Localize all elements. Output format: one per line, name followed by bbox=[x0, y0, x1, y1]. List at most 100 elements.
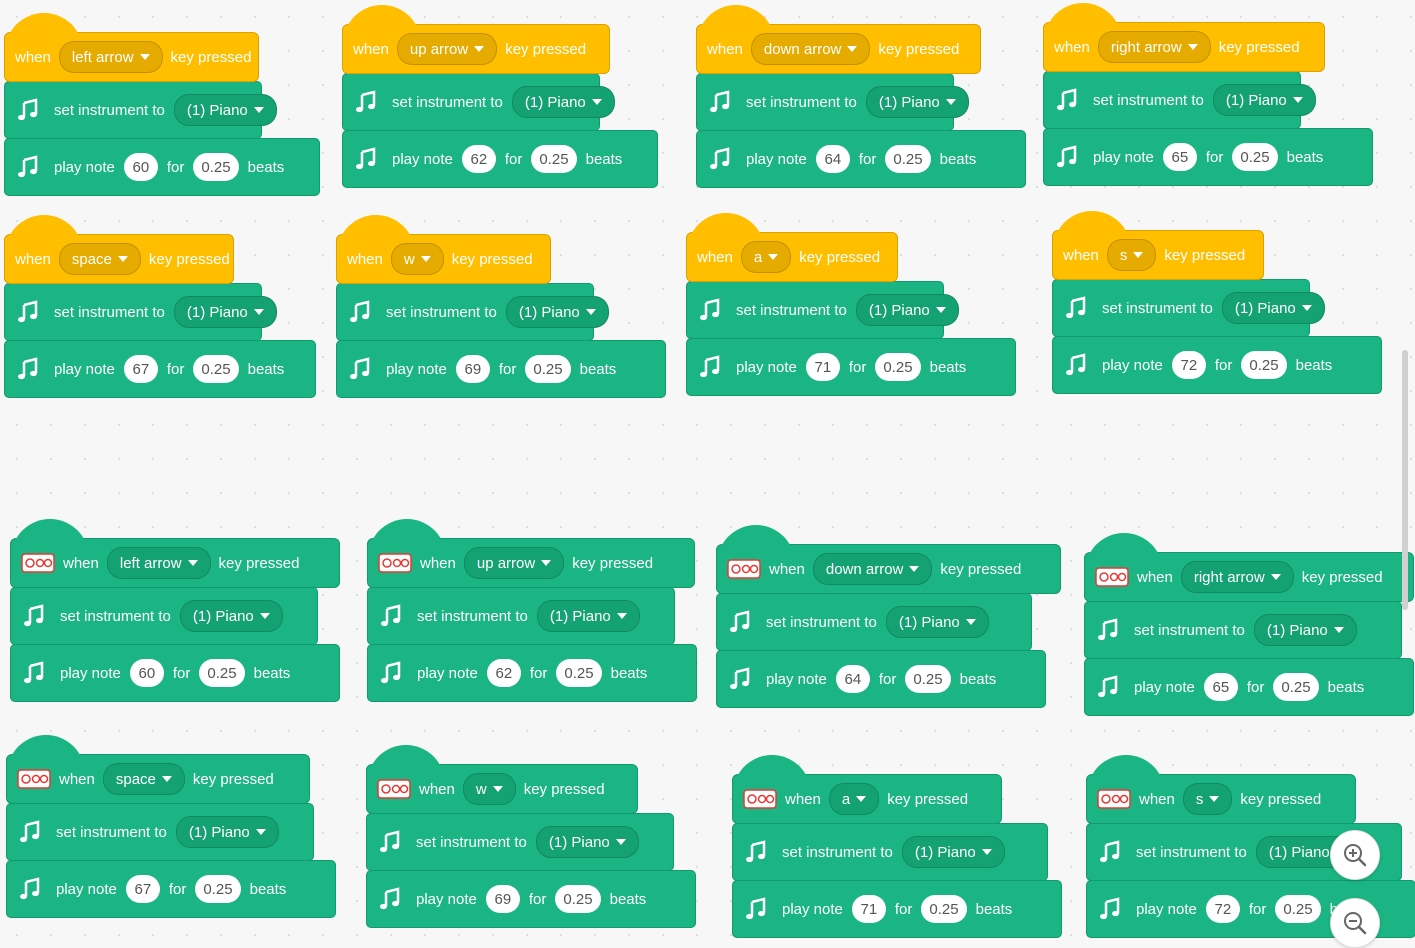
play-note-block[interactable]: play note 69 for 0.25 beats bbox=[366, 870, 696, 928]
note-input[interactable]: 65 bbox=[1203, 673, 1238, 701]
beats-input[interactable]: 0.25 bbox=[921, 895, 967, 923]
play-note-block[interactable]: play note 71 for 0.25 beats bbox=[732, 880, 1062, 938]
instrument-dropdown[interactable]: (1) Piano bbox=[865, 86, 969, 118]
beats-input[interactable]: 0.25 bbox=[556, 659, 602, 687]
note-input[interactable]: 64 bbox=[815, 145, 850, 173]
when-key-pressed-block[interactable]: when space key pressed bbox=[6, 735, 310, 804]
key-dropdown[interactable]: space bbox=[102, 763, 185, 795]
instrument-dropdown[interactable]: (1) Piano bbox=[511, 86, 615, 118]
script-12[interactable]: when right arrow key pressed set instrument… bbox=[1084, 533, 1414, 716]
script-1[interactable]: when left arrow key pressed set instrument … bbox=[4, 13, 320, 196]
key-dropdown[interactable]: w bbox=[390, 243, 444, 275]
beats-input[interactable]: 0.25 bbox=[525, 355, 571, 383]
script-9[interactable]: when left arrow key pressed set instrument … bbox=[10, 519, 340, 702]
set-instrument-block[interactable]: set instrument to (1) Piano bbox=[342, 73, 615, 131]
key-dropdown[interactable]: a bbox=[828, 783, 880, 815]
play-note-block[interactable]: play note 60 for 0.25 beats bbox=[10, 644, 340, 702]
key-dropdown[interactable]: s bbox=[1106, 239, 1157, 271]
beats-input[interactable]: 0.25 bbox=[1273, 673, 1319, 701]
instrument-dropdown[interactable]: (1) Piano bbox=[173, 296, 277, 328]
play-note-block[interactable]: play note 69 for 0.25 beats bbox=[336, 340, 666, 398]
beats-input[interactable]: 0.25 bbox=[885, 145, 931, 173]
beats-input[interactable]: 0.25 bbox=[199, 659, 245, 687]
play-note-block[interactable]: play note 65 for 0.25 beats bbox=[1084, 658, 1414, 716]
when-key-pressed-block[interactable]: when up arrow key pressed bbox=[342, 5, 610, 74]
script-10[interactable]: when up arrow key pressed set instrument to… bbox=[367, 519, 697, 702]
set-instrument-block[interactable]: set instrument to (1) Piano bbox=[366, 813, 674, 871]
set-instrument-block[interactable]: set instrument to (1) Piano bbox=[4, 81, 277, 139]
when-key-pressed-block[interactable]: when down arrow key pressed bbox=[696, 5, 981, 74]
zoom-in-button[interactable] bbox=[1330, 830, 1380, 880]
key-dropdown[interactable]: w bbox=[462, 773, 516, 805]
set-instrument-block[interactable]: set instrument to (1) Piano bbox=[6, 803, 314, 861]
script-5[interactable]: when space key pressed set instrument to (1)… bbox=[4, 215, 316, 398]
key-dropdown[interactable]: down arrow bbox=[750, 33, 871, 65]
note-input[interactable]: 62 bbox=[486, 659, 521, 687]
beats-input[interactable]: 0.25 bbox=[1232, 143, 1278, 171]
set-instrument-block[interactable]: set instrument to (1) Piano bbox=[1052, 279, 1325, 337]
when-key-pressed-block[interactable]: when space key pressed bbox=[4, 215, 234, 284]
note-input[interactable]: 60 bbox=[123, 153, 158, 181]
instrument-dropdown[interactable]: (1) Piano bbox=[179, 600, 283, 632]
script-6[interactable]: when w key pressed set instrument to (1) Pia… bbox=[336, 215, 666, 398]
when-key-pressed-block[interactable]: when a key pressed bbox=[732, 755, 1002, 824]
play-note-block[interactable]: play note 67 for 0.25 beats bbox=[6, 860, 336, 918]
note-input[interactable]: 67 bbox=[123, 355, 158, 383]
set-instrument-block[interactable]: set instrument to (1) Piano bbox=[732, 823, 1048, 881]
key-dropdown[interactable]: left arrow bbox=[58, 41, 163, 73]
vertical-scrollbar[interactable] bbox=[1402, 350, 1408, 610]
when-key-pressed-block[interactable]: when left arrow key pressed bbox=[10, 519, 340, 588]
script-2[interactable]: when up arrow key pressed set instrument to… bbox=[342, 5, 658, 188]
play-note-block[interactable]: play note 67 for 0.25 beats bbox=[4, 340, 316, 398]
instrument-dropdown[interactable]: (1) Piano bbox=[885, 606, 989, 638]
note-input[interactable]: 72 bbox=[1171, 351, 1206, 379]
when-key-pressed-block[interactable]: when up arrow key pressed bbox=[367, 519, 695, 588]
set-instrument-block[interactable]: set instrument to (1) Piano bbox=[1084, 601, 1402, 659]
note-input[interactable]: 62 bbox=[461, 145, 496, 173]
set-instrument-block[interactable]: set instrument to (1) Piano bbox=[1043, 71, 1316, 129]
instrument-dropdown[interactable]: (1) Piano bbox=[1221, 292, 1325, 324]
set-instrument-block[interactable]: set instrument to (1) Piano bbox=[336, 283, 609, 341]
key-dropdown[interactable]: a bbox=[740, 241, 792, 273]
script-13[interactable]: when space key pressed set instrument to (1)… bbox=[6, 735, 336, 918]
instrument-dropdown[interactable]: (1) Piano bbox=[855, 294, 959, 326]
beats-input[interactable]: 0.25 bbox=[193, 355, 239, 383]
note-input[interactable]: 71 bbox=[805, 353, 840, 381]
beats-input[interactable]: 0.25 bbox=[195, 875, 241, 903]
when-key-pressed-block[interactable]: when a key pressed bbox=[686, 213, 898, 282]
note-input[interactable]: 71 bbox=[851, 895, 886, 923]
note-input[interactable]: 67 bbox=[125, 875, 160, 903]
instrument-dropdown[interactable]: (1) Piano bbox=[505, 296, 609, 328]
script-4[interactable]: when right arrow key pressed set instrument… bbox=[1043, 3, 1373, 186]
play-note-block[interactable]: play note 72 for 0.25 beats bbox=[1052, 336, 1382, 394]
note-input[interactable]: 65 bbox=[1162, 143, 1197, 171]
instrument-dropdown[interactable]: (1) Piano bbox=[175, 816, 279, 848]
set-instrument-block[interactable]: set instrument to (1) Piano bbox=[696, 73, 969, 131]
beats-input[interactable]: 0.25 bbox=[1275, 895, 1321, 923]
when-key-pressed-block[interactable]: when down arrow key pressed bbox=[716, 525, 1061, 594]
instrument-dropdown[interactable]: (1) Piano bbox=[535, 826, 639, 858]
note-input[interactable]: 69 bbox=[485, 885, 520, 913]
script-8[interactable]: when s key pressed set instrument to (1) Pia… bbox=[1052, 211, 1382, 394]
when-key-pressed-block[interactable]: when s key pressed bbox=[1052, 211, 1264, 280]
note-input[interactable]: 72 bbox=[1205, 895, 1240, 923]
beats-input[interactable]: 0.25 bbox=[875, 353, 921, 381]
set-instrument-block[interactable]: set instrument to (1) Piano bbox=[10, 587, 318, 645]
script-3[interactable]: when down arrow key pressed set instrument … bbox=[696, 5, 1026, 188]
key-dropdown[interactable]: right arrow bbox=[1097, 31, 1211, 63]
play-note-block[interactable]: play note 60 for 0.25 beats bbox=[4, 138, 320, 196]
script-7[interactable]: when a key pressed set instrument to (1) Pia… bbox=[686, 213, 1016, 396]
code-workspace[interactable]: when left arrow key pressed set instrument … bbox=[0, 0, 1415, 941]
set-instrument-block[interactable]: set instrument to (1) Piano bbox=[686, 281, 959, 339]
key-dropdown[interactable]: down arrow bbox=[812, 553, 933, 585]
beats-input[interactable]: 0.25 bbox=[531, 145, 577, 173]
instrument-dropdown[interactable]: (1) Piano bbox=[536, 600, 640, 632]
play-note-block[interactable]: play note 62 for 0.25 beats bbox=[342, 130, 658, 188]
note-input[interactable]: 64 bbox=[835, 665, 870, 693]
beats-input[interactable]: 0.25 bbox=[193, 153, 239, 181]
set-instrument-block[interactable]: set instrument to (1) Piano bbox=[4, 283, 277, 341]
key-dropdown[interactable]: space bbox=[58, 243, 141, 275]
beats-input[interactable]: 0.25 bbox=[555, 885, 601, 913]
play-note-block[interactable]: play note 64 for 0.25 beats bbox=[696, 130, 1026, 188]
note-input[interactable]: 60 bbox=[129, 659, 164, 687]
